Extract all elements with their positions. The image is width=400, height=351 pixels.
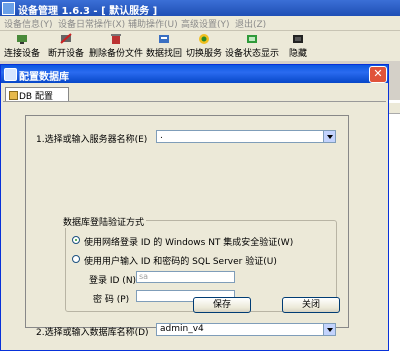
menu-exit[interactable]: 退出(Z) xyxy=(235,17,266,30)
delete-backup-icon xyxy=(111,34,121,44)
chevron-down-icon[interactable] xyxy=(323,324,335,335)
tab-db-config[interactable]: DB 配置 xyxy=(5,87,69,102)
dialog-title: 配置数据库 xyxy=(19,72,69,83)
toolbar-label: 设备状态显示 xyxy=(225,49,280,59)
menu-advanced[interactable]: 高级设置(Y) xyxy=(181,17,230,30)
disconnect-device-button[interactable]: 断开设备 xyxy=(48,33,84,59)
close-button[interactable]: 关闭 xyxy=(282,297,340,313)
login-id-label: 登录 ID (N) xyxy=(89,276,137,286)
login-id-value: sa xyxy=(139,272,149,281)
toolbar-label: 删除备份文件 xyxy=(89,49,144,59)
password-label: 密 码 (P) xyxy=(93,295,130,305)
login-id-field[interactable]: sa xyxy=(136,271,235,283)
device-status-icon xyxy=(247,35,257,43)
toolbar: 连接设备 断开设备 删除备份文件 数据找回 切换服务 设备状态显示 隐藏 xyxy=(0,31,400,61)
hide-icon xyxy=(293,35,303,43)
toolbar-label: 隐藏 xyxy=(289,49,308,59)
toolbar-label: 数据找回 xyxy=(146,49,183,59)
menu-aux-ops[interactable]: 辅助操作(U) xyxy=(128,17,178,30)
radio-windows-auth-label[interactable]: 使用网络登录 ID 的 Windows NT 集成安全验证(W) xyxy=(84,235,293,248)
database-name-value: admin_v4 xyxy=(160,324,204,334)
menu-daily-ops[interactable]: 设备日常操作(X) xyxy=(58,17,125,30)
app-icon xyxy=(2,2,15,15)
toolbar-label: 连接设备 xyxy=(4,49,41,59)
data-recovery-button[interactable]: 数据找回 xyxy=(146,33,182,59)
hide-button[interactable]: 隐藏 xyxy=(289,33,307,59)
chevron-down-icon[interactable] xyxy=(323,131,335,142)
save-button[interactable]: 保存 xyxy=(193,297,251,313)
disconnect-icon xyxy=(60,33,72,44)
menu-device-info[interactable]: 设备信息(Y) xyxy=(4,17,53,30)
connect-device-button[interactable]: 连接设备 xyxy=(4,33,40,59)
toolbar-label: 断开设备 xyxy=(48,49,85,59)
server-name-label: 1.选择或输入服务器名称(E) xyxy=(36,135,148,145)
server-name-combo[interactable]: . xyxy=(156,130,336,143)
device-status-button[interactable]: 设备状态显示 xyxy=(225,33,279,59)
auth-method-legend: 数据库登陆验证方式 xyxy=(61,215,147,228)
menu-bar: 设备信息(Y) 设备日常操作(X) 辅助操作(U) 高级设置(Y) 退出(Z) xyxy=(0,16,400,31)
database-icon xyxy=(9,91,18,100)
data-recovery-icon xyxy=(159,35,169,43)
switch-service-icon xyxy=(199,34,209,44)
app-title-bar: 设备管理 1.6.3 - [ 默认服务 ] xyxy=(0,0,400,17)
tab-strip: DB 配置 xyxy=(3,87,386,102)
dialog-title-bar: 配置数据库 ✕ xyxy=(1,65,388,83)
radio-windows-auth[interactable] xyxy=(72,236,80,244)
gear-icon xyxy=(4,68,17,81)
close-icon[interactable]: ✕ xyxy=(369,66,387,83)
radio-sql-auth[interactable] xyxy=(72,255,80,263)
delete-backup-button[interactable]: 删除备份文件 xyxy=(89,33,143,59)
database-name-combo[interactable]: admin_v4 xyxy=(156,323,336,336)
switch-service-button[interactable]: 切换服务 xyxy=(186,33,222,59)
connect-icon xyxy=(17,35,27,44)
app-title: 设备管理 1.6.3 - [ 默认服务 ] xyxy=(18,6,158,17)
server-name-value: . xyxy=(160,131,163,141)
database-name-label: 2.选择或输入数据库名称(D) xyxy=(36,328,149,338)
radio-sql-auth-label[interactable]: 使用用户输入 ID 和密码的 SQL Server 验证(U) xyxy=(84,254,277,267)
tab-label: DB 配置 xyxy=(19,92,53,102)
toolbar-label: 切换服务 xyxy=(186,49,223,59)
